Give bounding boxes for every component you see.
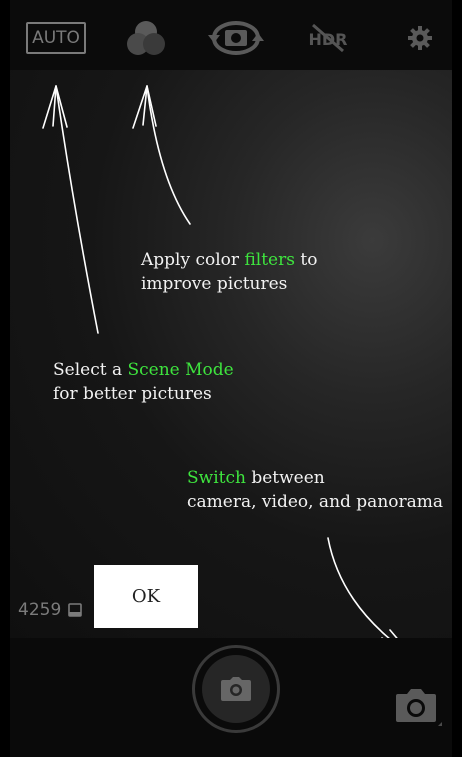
filters-hint: Apply color filters to improve pictures — [141, 248, 317, 296]
switch-hint-post: between — [245, 468, 325, 488]
shutter-button[interactable] — [192, 645, 280, 733]
scene-mode-hint: Select a Scene Mode for better pictures — [53, 358, 234, 406]
storage-icon — [68, 603, 83, 617]
filters-hint-pre: Apply color — [141, 250, 245, 270]
scene-hint-pre: Select a — [53, 360, 128, 380]
switch-hint-highlight: Switch — [187, 468, 246, 488]
ok-button[interactable]: OK — [94, 565, 198, 628]
camera-mode-icon — [396, 689, 442, 726]
camera-screen: AUTO HDR — [10, 0, 452, 757]
photo-count: 4259 — [18, 600, 62, 620]
camera-icon — [221, 677, 251, 701]
switch-hint-line2: camera, video, and panorama — [187, 492, 444, 512]
filters-hint-post: to — [294, 250, 318, 270]
photo-counter: 4259 — [18, 600, 83, 620]
scene-hint-line2: for better pictures — [53, 384, 212, 404]
switch-mode-hint: Switch between camera, video, and panora… — [187, 466, 443, 514]
camera-mode-switch-button[interactable] — [393, 684, 443, 728]
filters-hint-line2: improve pictures — [141, 274, 288, 294]
shutter-inner — [202, 655, 270, 723]
scene-hint-highlight: Scene Mode — [127, 360, 234, 380]
filters-hint-highlight: filters — [244, 250, 295, 270]
